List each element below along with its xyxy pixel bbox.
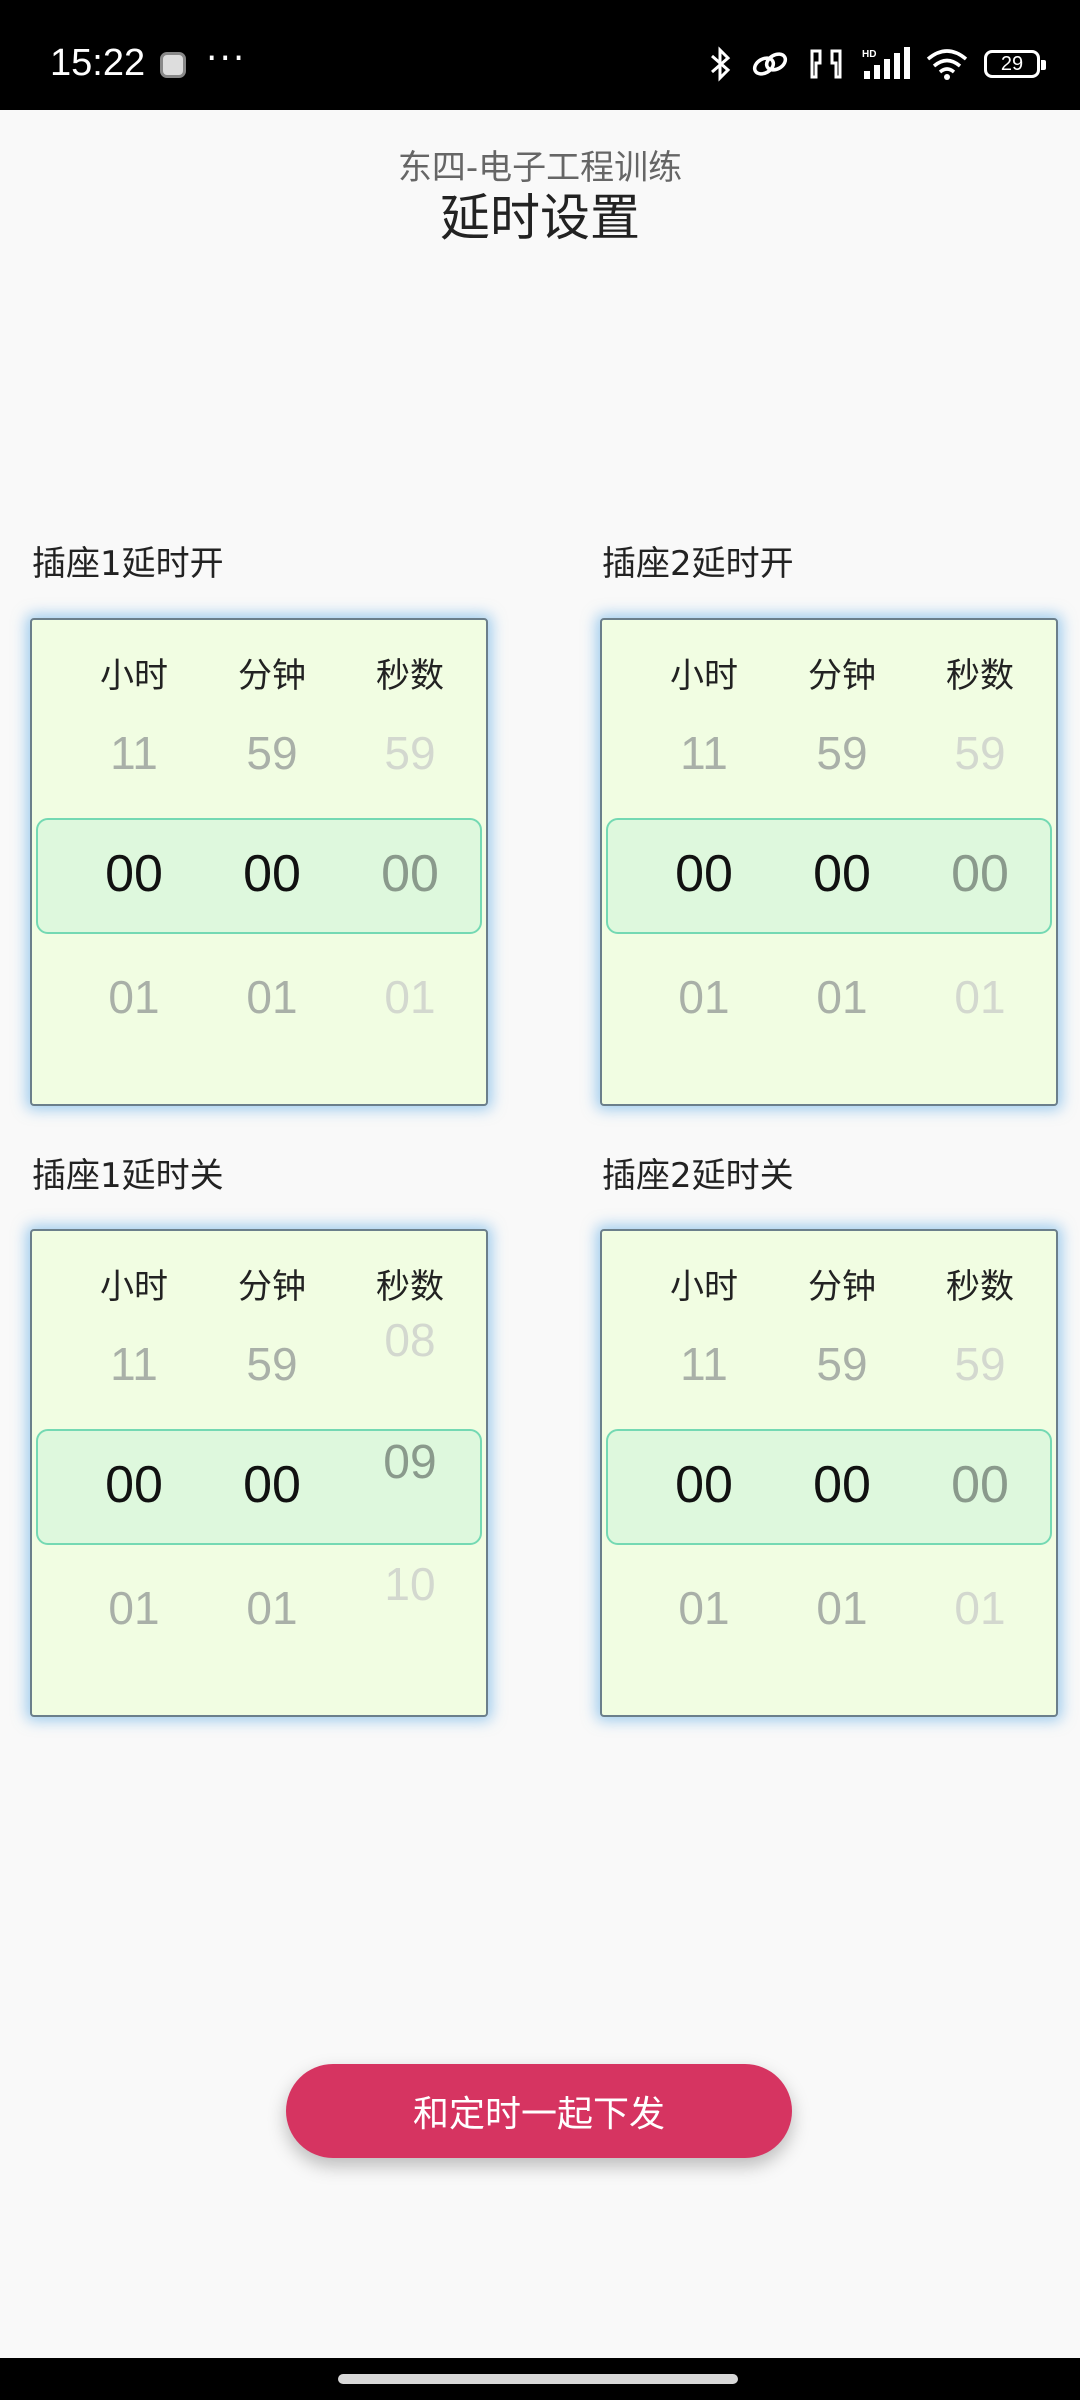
status-time: 15:22: [50, 42, 146, 84]
hours-next[interactable]: 01: [74, 1581, 194, 1635]
seconds-next[interactable]: 01: [920, 1581, 1040, 1635]
minutes-wheel-selected[interactable]: 00: [212, 844, 332, 904]
group-label-socket1-off: 插座1延时关: [32, 1156, 224, 1196]
minutes-next[interactable]: 01: [212, 970, 332, 1024]
hd-signal-icon: HD: [862, 47, 910, 79]
home-gesture-handle[interactable]: [338, 2374, 738, 2384]
column-header-minutes: 分钟: [808, 656, 876, 696]
time-picker-socket1-on: 小时 分钟 秒数 11 00 01 59 00 01 59 00 01: [30, 618, 488, 1106]
more-notifications-icon: ···: [206, 38, 247, 79]
seconds-prev[interactable]: 59: [920, 1337, 1040, 1391]
minutes-prev[interactable]: 59: [212, 1337, 332, 1391]
seconds-wheel-selected[interactable]: 00: [920, 1455, 1040, 1515]
column-header-hours: 小时: [670, 1267, 738, 1307]
minutes-wheel-selected[interactable]: 00: [782, 844, 902, 904]
hours-wheel-selected[interactable]: 00: [644, 844, 764, 904]
seconds-next[interactable]: 10: [350, 1557, 470, 1611]
minutes-next[interactable]: 01: [212, 1581, 332, 1635]
link-icon: [752, 52, 788, 76]
battery-icon: 29: [984, 50, 1046, 78]
svg-text:HD: HD: [862, 49, 876, 60]
hours-wheel-selected[interactable]: 00: [644, 1455, 764, 1515]
seconds-wheel-selected[interactable]: 00: [350, 844, 470, 904]
minutes-prev[interactable]: 59: [212, 726, 332, 780]
earbuds-icon: [810, 49, 842, 79]
hours-prev[interactable]: 11: [74, 726, 194, 780]
wifi-icon: [926, 49, 968, 80]
hours-wheel-selected[interactable]: 00: [74, 844, 194, 904]
hours-next[interactable]: 01: [644, 970, 764, 1024]
group-label-socket1-on: 插座1延时开: [32, 544, 224, 584]
hours-prev[interactable]: 11: [644, 1337, 764, 1391]
column-header-seconds: 秒数: [376, 1267, 444, 1307]
page-title: 延时设置: [440, 189, 640, 247]
seconds-prev[interactable]: 08: [350, 1313, 470, 1367]
status-bar: 15:22 ··· HD 29: [0, 0, 1080, 110]
column-header-minutes: 分钟: [808, 1267, 876, 1307]
column-header-seconds: 秒数: [946, 1267, 1014, 1307]
navigation-bar: [0, 2358, 1080, 2400]
column-header-hours: 小时: [670, 656, 738, 696]
minutes-wheel-selected[interactable]: 00: [782, 1455, 902, 1515]
minutes-next[interactable]: 01: [782, 1581, 902, 1635]
status-icons: HD 29: [708, 44, 1046, 84]
column-header-seconds: 秒数: [946, 656, 1014, 696]
minutes-prev[interactable]: 59: [782, 726, 902, 780]
seconds-prev[interactable]: 59: [350, 726, 470, 780]
seconds-wheel-selected[interactable]: 09: [350, 1435, 470, 1490]
column-header-seconds: 秒数: [376, 656, 444, 696]
minutes-wheel-selected[interactable]: 00: [212, 1455, 332, 1515]
battery-level: 29: [1000, 52, 1024, 75]
hours-next[interactable]: 01: [644, 1581, 764, 1635]
column-header-hours: 小时: [100, 656, 168, 696]
minutes-prev[interactable]: 59: [782, 1337, 902, 1391]
bluetooth-icon: [711, 46, 731, 82]
seconds-next[interactable]: 01: [920, 970, 1040, 1024]
time-picker-socket1-off: 小时 分钟 秒数 11 00 01 59 00 01 08 09 10: [30, 1229, 488, 1717]
column-header-minutes: 分钟: [238, 656, 306, 696]
column-header-hours: 小时: [100, 1267, 168, 1307]
seconds-prev[interactable]: 59: [920, 726, 1040, 780]
hours-prev[interactable]: 11: [74, 1337, 194, 1391]
hours-wheel-selected[interactable]: 00: [74, 1455, 194, 1515]
group-label-socket2-off: 插座2延时关: [602, 1156, 794, 1196]
time-picker-socket2-on: 小时 分钟 秒数 11 00 01 59 00 01 59 00 01: [600, 618, 1058, 1106]
hours-next[interactable]: 01: [74, 970, 194, 1024]
column-header-minutes: 分钟: [238, 1267, 306, 1307]
seconds-next[interactable]: 01: [350, 970, 470, 1024]
seconds-wheel-selected[interactable]: 00: [920, 844, 1040, 904]
hours-prev[interactable]: 11: [644, 726, 764, 780]
send-with-timer-button[interactable]: 和定时一起下发: [286, 2064, 792, 2158]
group-label-socket2-on: 插座2延时开: [602, 544, 794, 584]
app-notification-icon: [160, 52, 186, 78]
time-picker-socket2-off: 小时 分钟 秒数 11 00 01 59 00 01 59 00 01: [600, 1229, 1058, 1717]
minutes-next[interactable]: 01: [782, 970, 902, 1024]
